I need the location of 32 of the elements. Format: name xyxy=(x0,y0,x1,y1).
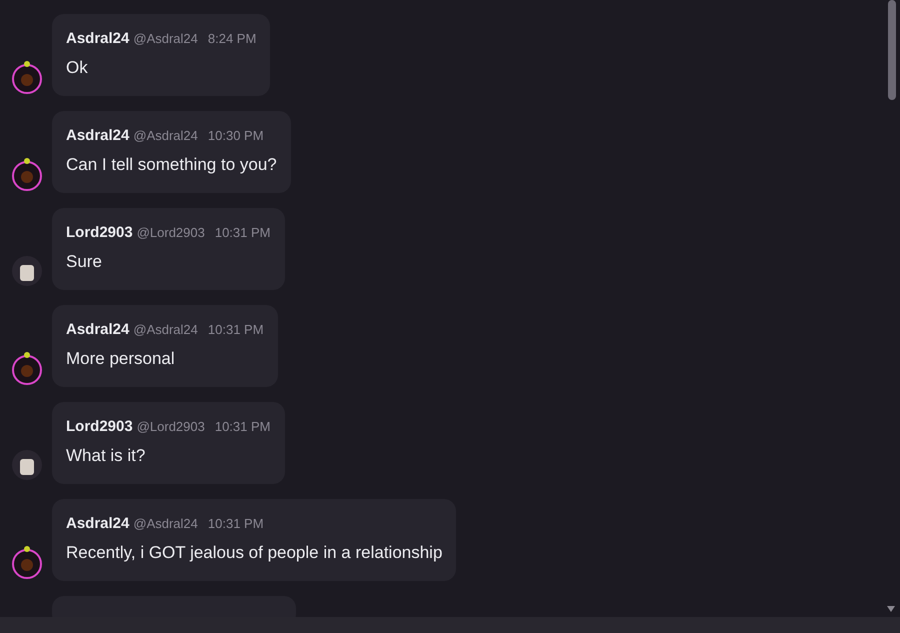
user-handle: @Asdral24 xyxy=(133,321,198,339)
timestamp: 10:31 PM xyxy=(214,418,270,436)
avatar-icon[interactable] xyxy=(12,543,42,579)
user-handle: @Asdral24 xyxy=(133,515,198,533)
avatar-icon[interactable] xyxy=(12,155,42,191)
scrollbar-thumb[interactable] xyxy=(888,0,896,100)
timestamp: 10:31 PM xyxy=(214,224,270,242)
user-handle: @Asdral24 xyxy=(133,30,198,48)
timestamp: 10:30 PM xyxy=(208,127,264,145)
username: Lord2903 xyxy=(66,418,133,436)
avatar-icon[interactable] xyxy=(12,448,42,482)
user-handle: @Lord2903 xyxy=(136,418,205,436)
message-text: What is it? xyxy=(66,445,146,467)
message-text: More personal xyxy=(66,348,176,370)
username: Lord2903 xyxy=(66,224,133,242)
message-text: Sure xyxy=(66,251,103,273)
avatar-icon[interactable] xyxy=(12,58,42,94)
timestamp: 10:31 PM xyxy=(208,515,264,533)
timestamp: 10:31 PM xyxy=(208,321,264,339)
message-text: Recently, i GOT jealous of people in a relationship xyxy=(66,542,442,564)
scroll-down-icon[interactable] xyxy=(887,606,895,612)
user-handle: @Asdral24 xyxy=(133,127,198,145)
message-text: Ok xyxy=(66,57,89,79)
username: Asdral24 xyxy=(66,127,130,145)
user-handle: @Lord2903 xyxy=(136,224,205,242)
timestamp: 8:24 PM xyxy=(208,30,256,48)
username: Asdral24 xyxy=(66,515,130,533)
avatar-icon[interactable] xyxy=(12,254,42,288)
message-text: Can I tell something to you? xyxy=(66,154,277,176)
avatar-icon[interactable] xyxy=(12,349,42,385)
username: Asdral24 xyxy=(66,321,130,339)
username: Asdral24 xyxy=(66,30,130,48)
